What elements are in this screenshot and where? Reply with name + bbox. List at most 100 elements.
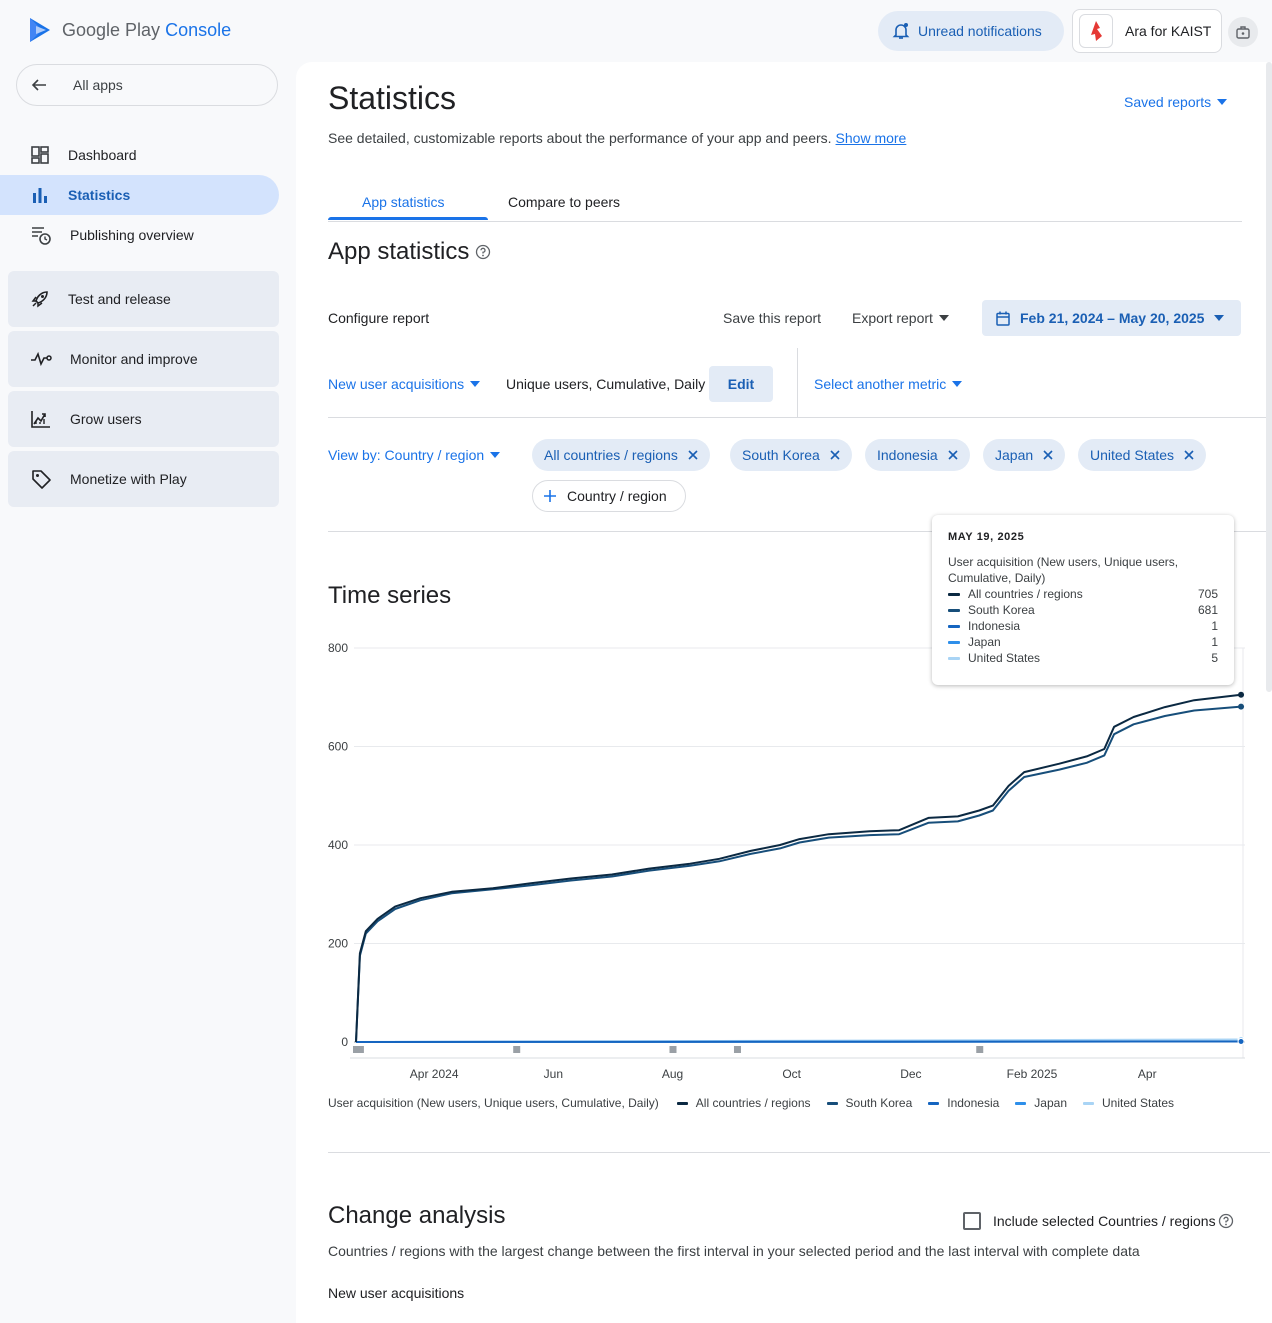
sidebar-group-label: Monetize with Play — [70, 471, 187, 487]
include-selected-checkbox[interactable]: Include selected Countries / regions — [963, 1212, 1234, 1230]
all-apps-button[interactable]: All apps — [16, 64, 278, 106]
caret-down-icon — [938, 315, 949, 321]
sidebar-group-monetize-with-play[interactable]: Monetize with Play — [8, 451, 279, 507]
sidebar-item-statistics[interactable]: Statistics — [0, 175, 279, 215]
divider — [328, 1152, 1270, 1153]
legend-swatch — [1083, 1101, 1094, 1105]
bell-icon — [892, 23, 910, 39]
developer-account-switcher[interactable]: Ara for KAIST — [1072, 9, 1222, 53]
chip-label: United States — [1090, 447, 1175, 463]
help-icon[interactable] — [1218, 1213, 1234, 1229]
account-name: Ara for KAIST — [1125, 23, 1212, 39]
save-report-button[interactable]: Save this report — [723, 310, 821, 326]
legend-title: User acquisition (New users, Unique user… — [328, 1096, 659, 1110]
legend-label: Japan — [1034, 1096, 1067, 1110]
tab-app-statistics[interactable]: App statistics — [362, 194, 444, 210]
legend-item-japan[interactable]: Japan — [1015, 1096, 1067, 1110]
sidebar-group-test-and-release[interactable]: Test and release — [8, 271, 279, 327]
sidebar-group-grow-users[interactable]: Grow users — [8, 391, 279, 447]
saved-reports-dropdown[interactable]: Saved reports — [1124, 94, 1228, 110]
legend-item-indonesia[interactable]: Indonesia — [928, 1096, 999, 1110]
date-range-picker[interactable]: Feb 21, 2024 – May 20, 2025 — [982, 300, 1241, 336]
sidebar: All apps Dashboard Statistics Publishing… — [0, 62, 296, 1323]
tab-compare-to-peers[interactable]: Compare to peers — [508, 194, 620, 210]
legend-swatch — [948, 641, 960, 644]
tooltip-date: MAY 19, 2025 — [948, 531, 1025, 543]
all-apps-label: All apps — [73, 77, 123, 93]
legend-swatch — [1015, 1101, 1027, 1105]
add-country-region-button[interactable]: Country / region — [532, 480, 686, 512]
description-text: See detailed, customizable reports about… — [328, 130, 832, 146]
play-console-logo[interactable]: Google Play Console — [28, 16, 231, 44]
filter-chip-japan[interactable]: Japan — [983, 439, 1066, 471]
tooltip-row-value: 5 — [1211, 651, 1218, 665]
export-report-dropdown[interactable]: Export report — [852, 310, 949, 326]
legend-swatch — [676, 1101, 688, 1105]
logo-text: Google Play — [62, 19, 161, 40]
close-icon[interactable] — [830, 450, 840, 460]
legend-item-all-countries[interactable]: All countries / regions — [676, 1096, 811, 1110]
edit-metric-button[interactable]: Edit — [709, 366, 773, 402]
select-another-metric-dropdown[interactable]: Select another metric — [814, 376, 963, 392]
legend-swatch — [826, 1101, 838, 1105]
account-menu-button[interactable] — [1228, 17, 1258, 47]
checkbox[interactable] — [963, 1212, 981, 1230]
time-series-title: Time series — [328, 582, 452, 609]
filter-chip-united-states[interactable]: United States — [1078, 439, 1207, 471]
tooltip-row-value: 1 — [1211, 635, 1218, 649]
sidebar-item-publishing-overview[interactable]: Publishing overview — [0, 215, 279, 255]
app-avatar — [1079, 14, 1113, 48]
chip-label: South Korea — [742, 447, 820, 463]
caret-down-icon — [490, 452, 501, 458]
close-icon[interactable] — [948, 450, 958, 460]
play-logo-icon — [30, 18, 50, 42]
metric-description: Unique users, Cumulative, Daily — [506, 376, 706, 392]
tooltip-row-label: Japan — [968, 635, 1001, 649]
chart-legend: User acquisition (New users, Unique user… — [328, 1096, 1190, 1110]
main-content: Statistics Saved reports See detailed, c… — [296, 62, 1272, 1323]
sidebar-group-label: Monitor and improve — [70, 351, 198, 367]
top-bar: Google Play Console Unread notifications… — [0, 0, 1272, 62]
tooltip-row-label: South Korea — [968, 603, 1035, 617]
tooltip-metric: User acquisition (New users, Unique user… — [948, 555, 1179, 585]
scrollbar[interactable] — [1266, 62, 1272, 692]
legend-label: United States — [1102, 1096, 1175, 1110]
sidebar-item-dashboard[interactable]: Dashboard — [0, 135, 279, 175]
view-by-label: View by: Country / region — [328, 447, 485, 463]
caret-down-icon — [952, 381, 963, 387]
filter-chip-south-korea[interactable]: South Korea — [730, 439, 852, 471]
close-icon[interactable] — [688, 450, 698, 460]
section-title: App statistics — [328, 238, 491, 266]
select-metric-label: Select another metric — [814, 376, 947, 392]
caret-down-icon — [1217, 99, 1228, 105]
calendar-icon — [996, 311, 1010, 326]
chart-tooltip: MAY 19, 2025 User acquisition (New users… — [932, 515, 1234, 685]
tooltip-row: South Korea 681 — [948, 602, 1218, 618]
legend-label: South Korea — [845, 1096, 913, 1110]
filter-chip-all-countries[interactable]: All countries / regions — [532, 439, 710, 471]
date-range-label: Feb 21, 2024 – May 20, 2025 — [1020, 310, 1205, 326]
close-icon[interactable] — [1043, 450, 1053, 460]
filter-chip-indonesia[interactable]: Indonesia — [865, 439, 970, 471]
sidebar-group-monitor-and-improve[interactable]: Monitor and improve — [8, 331, 279, 387]
divider — [797, 348, 798, 418]
unread-notifications-button[interactable]: Unread notifications — [878, 11, 1064, 51]
metric-label: New user acquisitions — [328, 376, 465, 392]
saved-reports-label: Saved reports — [1124, 94, 1212, 110]
change-analysis-title: Change analysis — [328, 1202, 506, 1229]
close-icon[interactable] — [1184, 450, 1194, 460]
view-by-dropdown[interactable]: View by: Country / region — [328, 447, 501, 463]
legend-label: Indonesia — [947, 1096, 1000, 1110]
legend-item-united-states[interactable]: United States — [1083, 1096, 1174, 1110]
legend-swatch — [928, 1101, 940, 1105]
tooltip-row-value: 681 — [1197, 603, 1218, 617]
help-icon[interactable] — [475, 244, 491, 260]
notifications-label: Unread notifications — [918, 23, 1042, 39]
legend-item-south-korea[interactable]: South Korea — [826, 1096, 913, 1110]
tooltip-row: Japan 1 — [948, 634, 1218, 650]
show-more-link[interactable]: Show more — [836, 130, 907, 146]
legend-swatch — [948, 657, 960, 660]
metric-dropdown[interactable]: New user acquisitions — [328, 376, 481, 392]
active-tab-indicator — [328, 217, 488, 220]
sidebar-group-label: Grow users — [70, 411, 142, 427]
